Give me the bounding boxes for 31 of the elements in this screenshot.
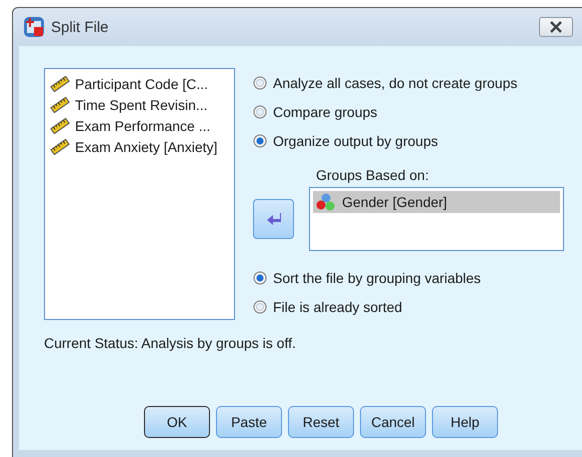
variable-item[interactable]: Participant Code [C...	[75, 76, 208, 92]
close-icon	[549, 21, 563, 33]
status-text: Current Status: Analysis by groups is off.	[44, 335, 297, 351]
arrow-icon	[266, 212, 282, 226]
radio-button[interactable]	[253, 134, 267, 148]
close-button[interactable]	[539, 17, 573, 37]
radio-button[interactable]	[253, 104, 267, 118]
option-label[interactable]: File is already sorted	[273, 298, 402, 314]
dialog-button[interactable]: Help	[432, 406, 498, 438]
option-label[interactable]: Compare groups	[273, 104, 378, 120]
dialog-button[interactable]: Paste	[216, 406, 282, 438]
option-label[interactable]: Analyze all cases, do not create groups	[273, 74, 518, 90]
variable-item[interactable]: Exam Anxiety [Anxiety]	[75, 139, 218, 155]
radio-button[interactable]	[253, 270, 267, 284]
radio-button[interactable]	[253, 300, 267, 314]
variable-item[interactable]: Time Spent Revisin...	[75, 97, 208, 113]
app-icon	[23, 16, 45, 38]
dialog-button[interactable]: Reset	[288, 406, 354, 438]
groups-label: Groups Based on:	[316, 167, 430, 183]
dialog-button[interactable]: Cancel	[360, 406, 426, 438]
option-label[interactable]: Sort the file by grouping variables	[273, 270, 481, 286]
option-label[interactable]: Organize output by groups	[273, 132, 438, 148]
groups-list[interactable]: Gender [Gender]	[309, 187, 564, 251]
variable-list[interactable]: Participant Code [C... Time Spent Revisin... Exam Performance ... Exam Anxiety [Anxiety]	[44, 68, 235, 320]
variable-item[interactable]: Exam Performance ...	[75, 118, 210, 134]
dialog-button[interactable]: OK	[144, 406, 210, 438]
move-button[interactable]	[253, 199, 294, 239]
window-title: Split File	[51, 18, 109, 36]
circles-icon	[316, 193, 336, 211]
radio-button[interactable]	[253, 76, 267, 90]
group-item[interactable]: Gender [Gender]	[313, 191, 560, 213]
